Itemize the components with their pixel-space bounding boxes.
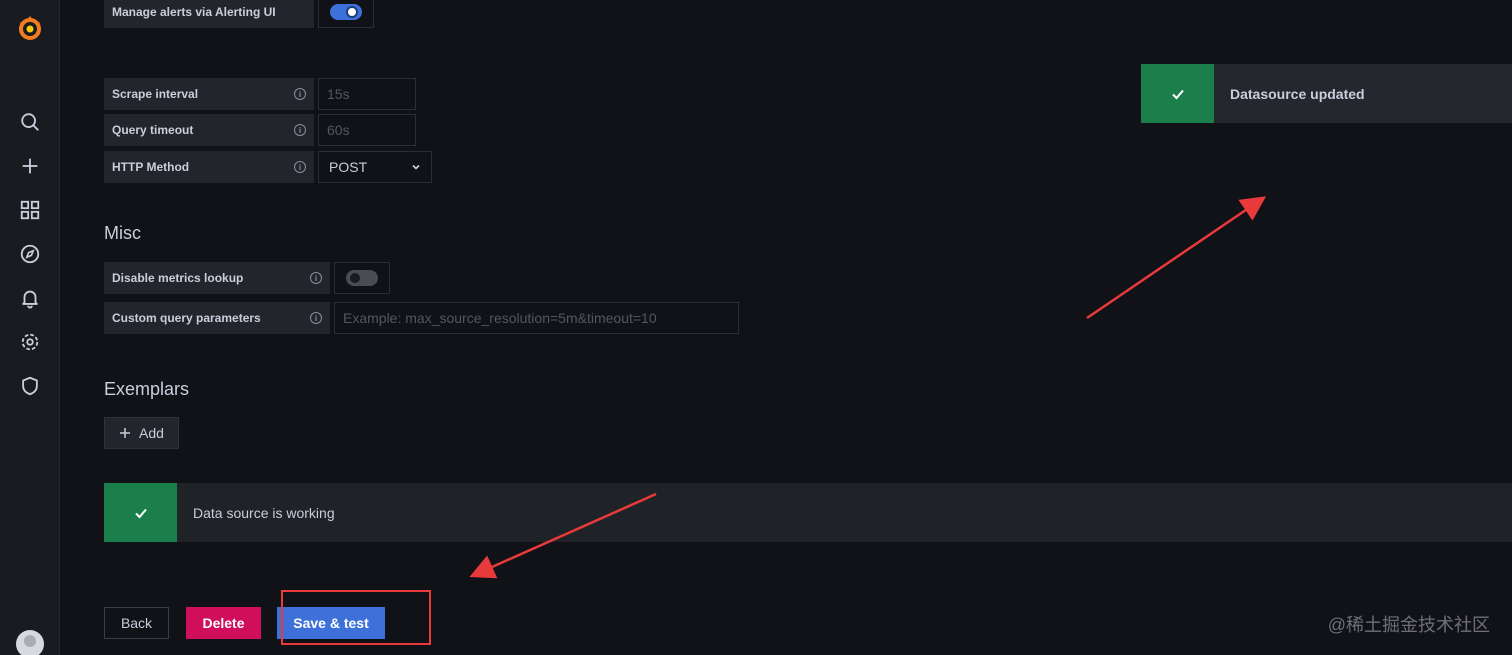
scrape-interval-input[interactable]: 15s: [318, 78, 416, 110]
search-icon[interactable]: [16, 108, 44, 136]
main-content: Manage alerts via Alerting UI Scrape int…: [80, 0, 1512, 655]
check-icon: [1141, 64, 1214, 123]
disable-lookup-toggle[interactable]: [334, 262, 390, 294]
info-icon[interactable]: i: [310, 312, 322, 324]
chevron-down-icon: [412, 164, 420, 170]
back-button[interactable]: Back: [104, 607, 169, 639]
misc-section-title: Misc: [104, 223, 141, 243]
query-timeout-label: Query timeout i: [104, 114, 314, 146]
exemplars-section-title: Exemplars: [104, 379, 190, 399]
plus-icon[interactable]: [16, 152, 44, 180]
explore-icon[interactable]: [16, 240, 44, 268]
query-timeout-label-text: Query timeout: [112, 123, 194, 137]
grafana-logo-icon[interactable]: [14, 12, 46, 44]
app-root: Manage alerts via Alerting UI Scrape int…: [0, 0, 1512, 655]
plus-icon: [120, 428, 131, 438]
add-exemplar-label: Add: [139, 425, 164, 441]
disable-lookup-row: Disable metrics lookup i: [104, 262, 390, 294]
info-icon[interactable]: i: [294, 88, 306, 100]
scrape-interval-placeholder: 15s: [327, 86, 350, 102]
http-method-label: HTTP Method i: [104, 151, 314, 183]
add-exemplar-button[interactable]: Add: [104, 417, 179, 449]
info-icon[interactable]: i: [294, 161, 306, 173]
custom-params-row: Custom query parameters i Example: max_s…: [104, 302, 739, 334]
toggle-switch-off[interactable]: [346, 270, 378, 286]
custom-params-input[interactable]: Example: max_source_resolution=5m&timeou…: [334, 302, 739, 334]
info-icon[interactable]: i: [310, 272, 322, 284]
custom-params-label-text: Custom query parameters: [112, 311, 261, 325]
watermark: @稀土掘金技术社区: [1327, 615, 1490, 635]
manage-alerts-label-text: Manage alerts via Alerting UI: [112, 5, 276, 19]
manage-alerts-row: Manage alerts via Alerting UI: [104, 0, 374, 28]
http-method-label-text: HTTP Method: [112, 160, 190, 174]
http-method-row: HTTP Method i POST: [104, 151, 432, 183]
disable-lookup-label-text: Disable metrics lookup: [112, 271, 244, 285]
delete-button[interactable]: Delete: [186, 607, 261, 639]
scrape-interval-row: Scrape interval i 15s: [104, 78, 416, 110]
custom-params-label: Custom query parameters i: [104, 302, 330, 334]
manage-alerts-label: Manage alerts via Alerting UI: [104, 0, 314, 28]
sidebar: [0, 0, 60, 655]
disable-lookup-label: Disable metrics lookup i: [104, 262, 330, 294]
custom-params-placeholder: Example: max_source_resolution=5m&timeou…: [343, 310, 657, 326]
check-icon: [104, 483, 177, 542]
query-timeout-placeholder: 60s: [327, 122, 350, 138]
toggle-switch-on[interactable]: [330, 4, 362, 20]
toast-message: Datasource updated: [1230, 85, 1365, 102]
bell-icon[interactable]: [16, 284, 44, 312]
scrape-interval-label-text: Scrape interval: [112, 87, 199, 101]
scrape-interval-label: Scrape interval i: [104, 78, 314, 110]
test-result-message: Data source is working: [193, 504, 335, 521]
query-timeout-row: Query timeout i 60s: [104, 114, 416, 146]
toast-notification: Datasource updated: [1141, 64, 1512, 123]
dashboards-icon[interactable]: [16, 196, 44, 224]
shield-icon[interactable]: [16, 372, 44, 400]
test-result-alert: Data source is working: [104, 483, 1512, 542]
save-test-button[interactable]: Save & test: [277, 607, 385, 639]
query-timeout-input[interactable]: 60s: [318, 114, 416, 146]
info-icon[interactable]: i: [294, 124, 306, 136]
http-method-value: POST: [329, 159, 368, 175]
avatar[interactable]: [16, 630, 44, 655]
http-method-select[interactable]: POST: [318, 151, 432, 183]
manage-alerts-toggle[interactable]: [318, 0, 374, 28]
gear-icon[interactable]: [16, 328, 44, 356]
